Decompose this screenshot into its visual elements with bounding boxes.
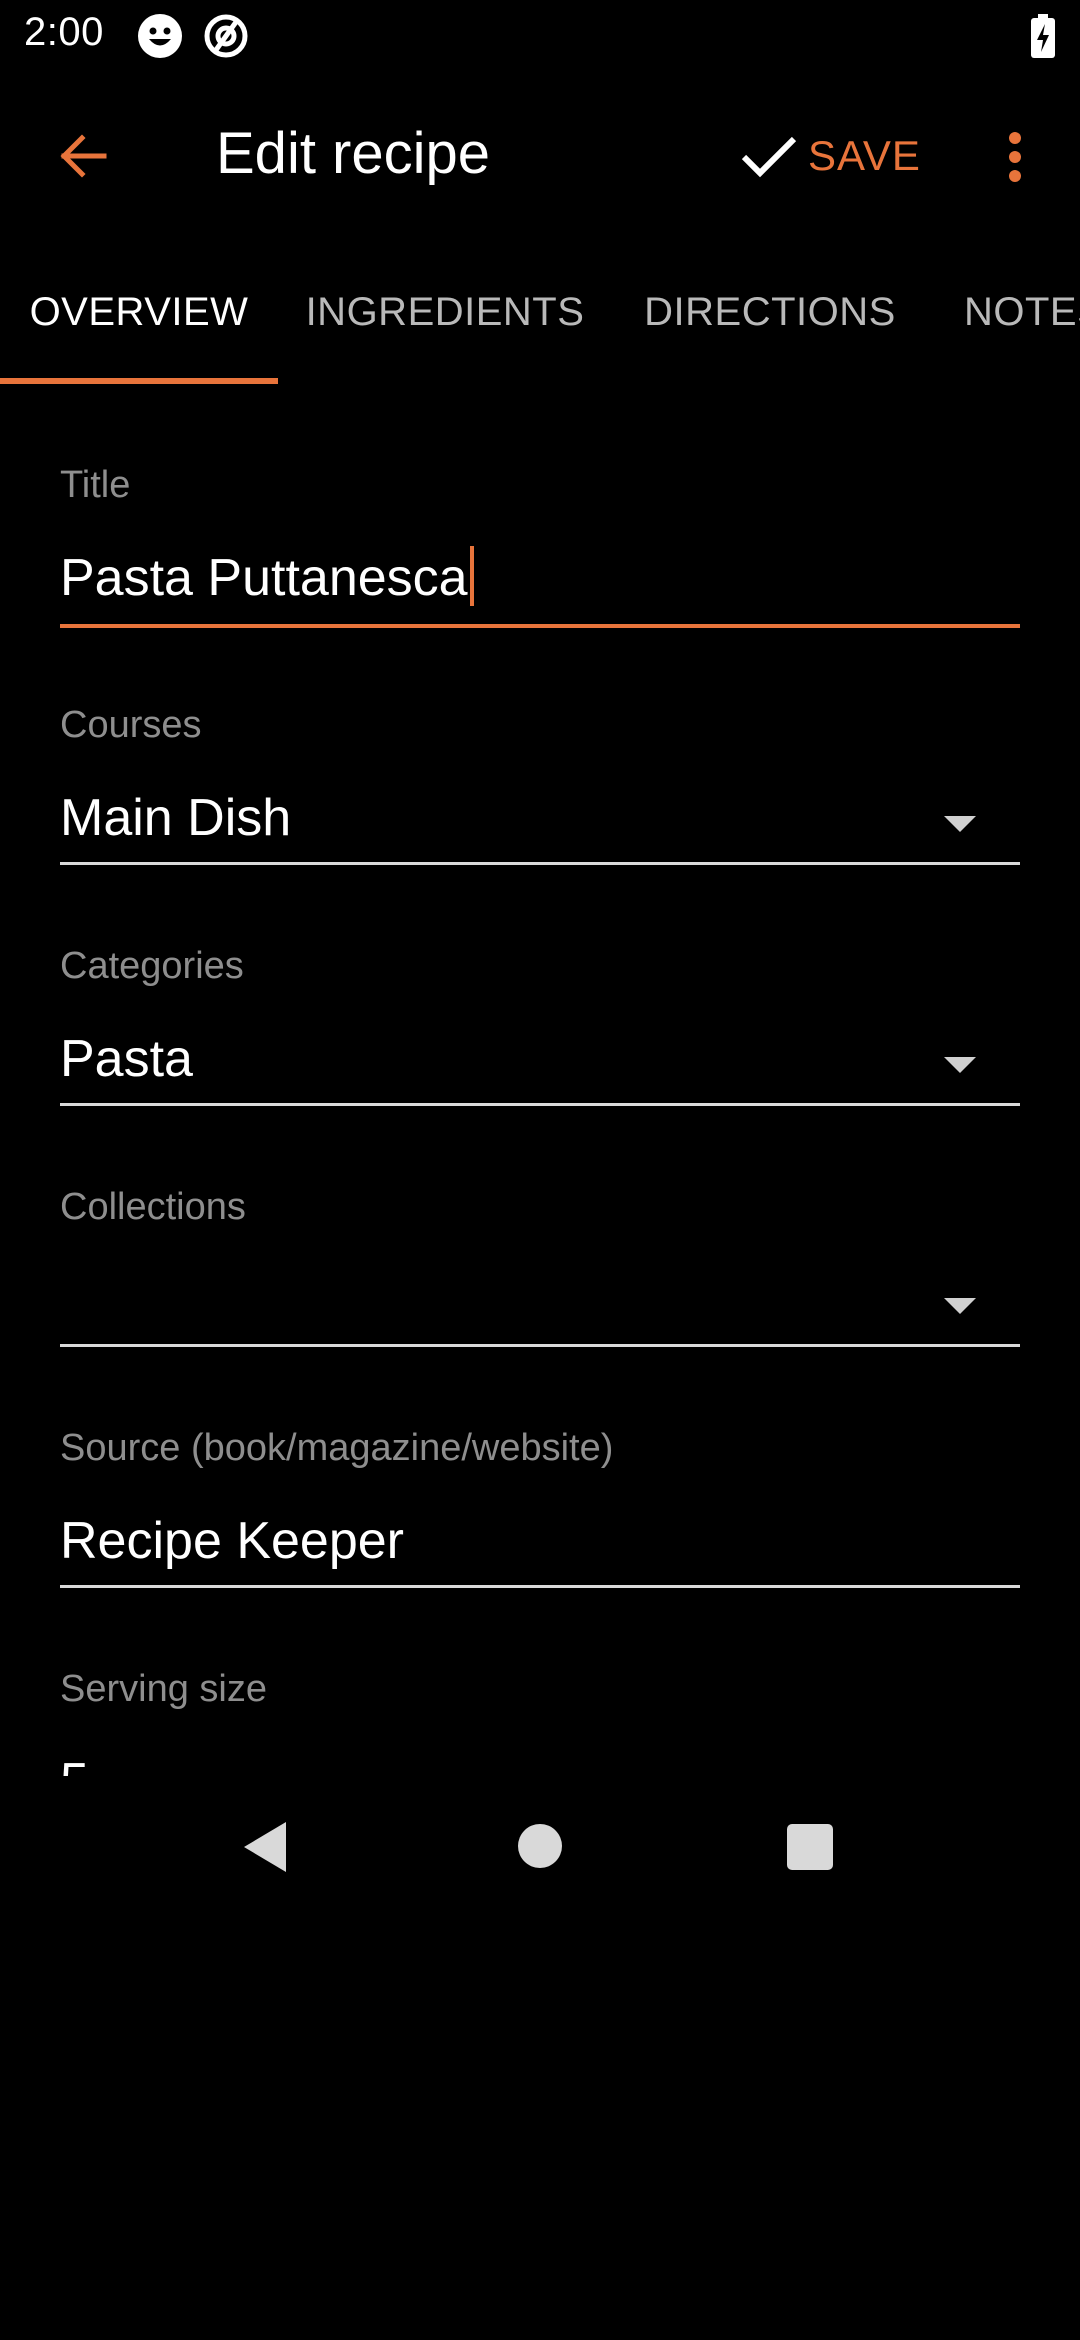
at-sign-icon: [202, 12, 250, 65]
serving-size-field[interactable]: Serving size 5: [60, 1664, 1020, 1776]
arrow-left-icon: [60, 134, 107, 178]
serving-size-input[interactable]: 5: [60, 1752, 89, 1776]
nav-home-icon[interactable]: [518, 1824, 562, 1868]
categories-label: Categories: [60, 945, 244, 987]
categories-select[interactable]: Pasta: [60, 1029, 193, 1089]
collections-field[interactable]: Collections: [60, 1182, 1020, 1352]
source-field[interactable]: Source (book/magazine/website) Recipe Ke…: [60, 1423, 1020, 1593]
tab-directions[interactable]: DIRECTIONS: [620, 240, 920, 384]
source-underline: [60, 1585, 1020, 1588]
smiley-face-icon: [136, 12, 184, 65]
categories-underline: [60, 1103, 1020, 1106]
app-bar: Edit recipe SAVE: [0, 72, 1080, 240]
tab-notes[interactable]: NOTES: [964, 240, 1080, 384]
title-value: Pasta Puttanesca: [60, 549, 468, 607]
title-input[interactable]: Pasta Puttanesca: [60, 546, 474, 608]
title-underline: [60, 624, 1020, 628]
courses-underline: [60, 862, 1020, 865]
more-vertical-icon: [1009, 132, 1021, 182]
nav-recents-icon[interactable]: [787, 1824, 833, 1870]
tab-bar: OVERVIEW INGREDIENTS DIRECTIONS NOTES: [0, 240, 1080, 384]
battery-charging-icon: [1030, 14, 1056, 63]
chevron-down-icon[interactable]: [944, 1057, 976, 1073]
text-cursor: [469, 546, 474, 607]
title-label: Title: [60, 464, 131, 506]
serving-size-label: Serving size: [60, 1668, 267, 1710]
tab-overview[interactable]: OVERVIEW: [0, 240, 278, 384]
chevron-down-icon[interactable]: [944, 816, 976, 832]
status-time: 2:00: [24, 10, 104, 54]
courses-field[interactable]: Courses Main Dish: [60, 700, 1020, 870]
source-label: Source (book/magazine/website): [60, 1427, 614, 1469]
courses-select[interactable]: Main Dish: [60, 788, 291, 848]
title-field[interactable]: Title Pasta Puttanesca: [60, 460, 1020, 630]
source-input[interactable]: Recipe Keeper: [60, 1511, 404, 1571]
status-bar: 2:00: [0, 0, 1080, 72]
checkmark-icon: [741, 136, 797, 178]
collections-label: Collections: [60, 1186, 246, 1228]
more-options-button[interactable]: [990, 122, 1040, 192]
courses-label: Courses: [60, 704, 202, 746]
categories-field[interactable]: Categories Pasta: [60, 941, 1020, 1111]
tab-indicator: [0, 378, 278, 384]
nav-back-icon[interactable]: [242, 1820, 288, 1874]
save-label: SAVE: [808, 132, 921, 179]
save-button[interactable]: SAVE: [740, 124, 921, 188]
page-title: Edit recipe: [216, 121, 491, 186]
tab-ingredients[interactable]: INGREDIENTS: [290, 240, 600, 384]
chevron-down-icon[interactable]: [944, 1298, 976, 1314]
collections-underline: [60, 1344, 1020, 1347]
back-button[interactable]: [40, 114, 124, 198]
system-navigation-bar: [0, 1776, 1080, 1920]
